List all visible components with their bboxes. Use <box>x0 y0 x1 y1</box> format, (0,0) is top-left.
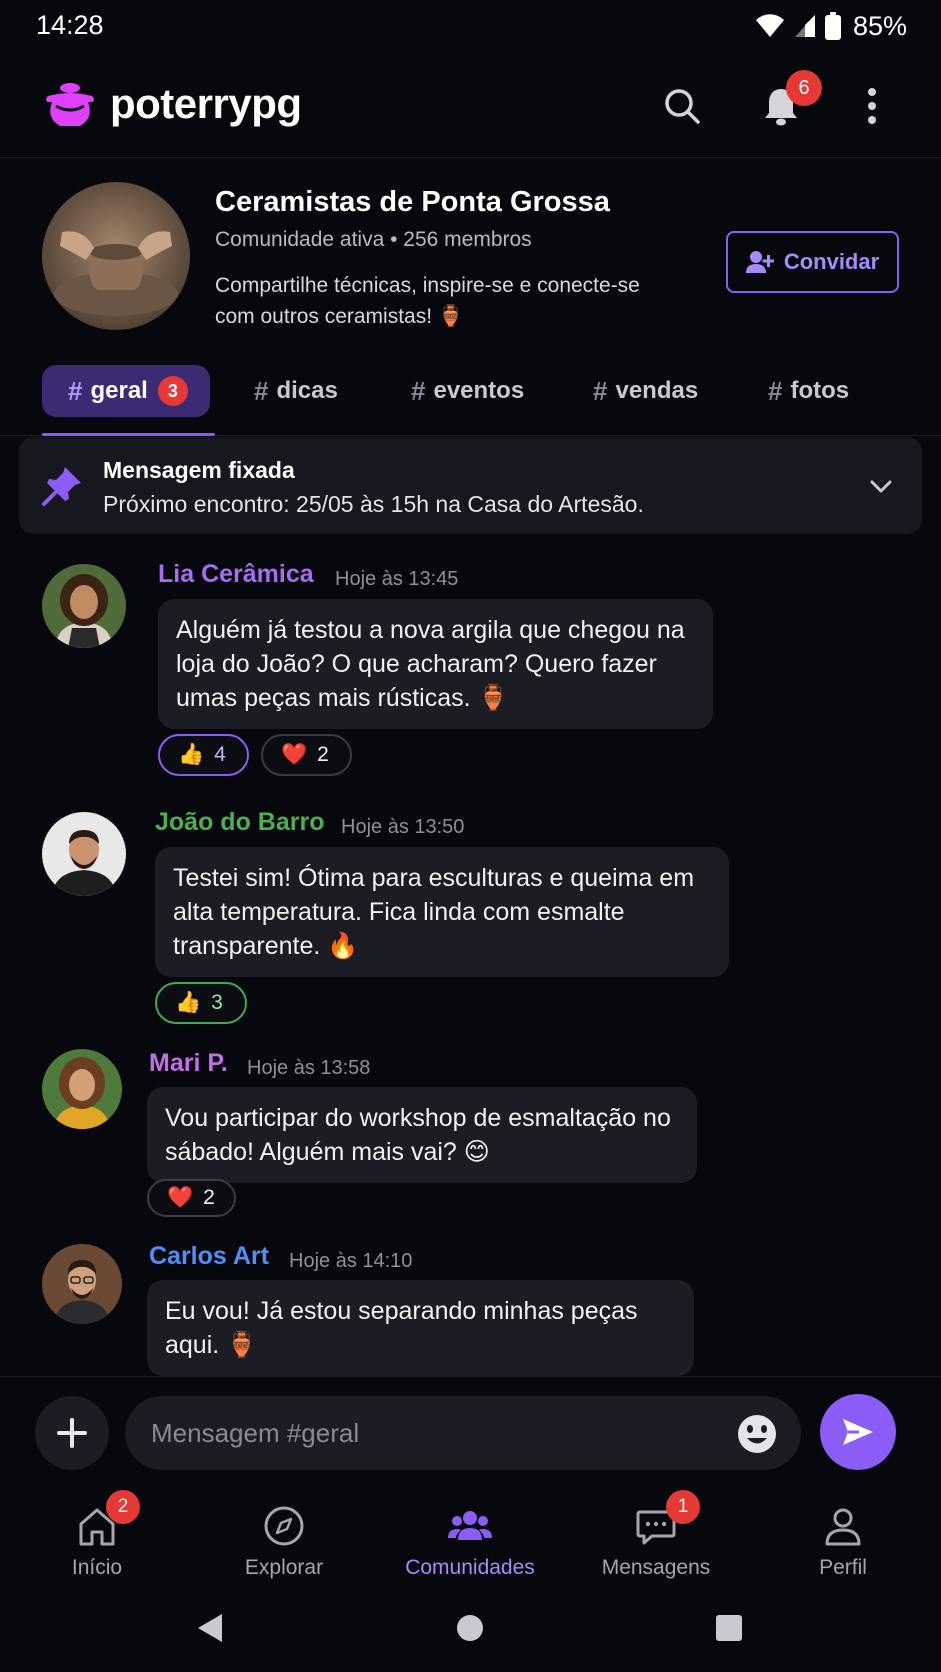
send-icon <box>843 1419 873 1445</box>
message-time: Hoje às 13:50 <box>341 816 465 838</box>
tab-vendas[interactable]: # vendas <box>593 365 698 417</box>
compass-icon <box>264 1506 304 1546</box>
nav-badge: 1 <box>666 1490 700 1524</box>
pin-icon <box>42 467 81 506</box>
more-options-button[interactable] <box>844 78 900 134</box>
people-icon <box>448 1511 492 1540</box>
emoji-icon[interactable] <box>736 1413 778 1455</box>
reactions: 👍 3 <box>155 982 247 1024</box>
nav-comunidades[interactable]: Comunidades <box>395 1484 545 1584</box>
add-person-icon <box>745 251 774 273</box>
pinned-text: Próximo encontro: 25/05 às 15h na Casa d… <box>103 491 644 517</box>
reaction-chip[interactable]: ❤️ 2 <box>147 1179 236 1217</box>
reaction-chip[interactable]: ❤️ 2 <box>261 734 352 776</box>
channel-tabs: # geral 3 # dicas # eventos # vendas # f… <box>0 362 941 436</box>
nav-inicio[interactable]: Início <box>22 1484 172 1584</box>
nav-explorar[interactable]: Explorar <box>209 1484 359 1584</box>
nav-perfil[interactable]: Perfil <box>768 1484 918 1584</box>
tab-label: fotos <box>790 377 850 404</box>
nav-label: Perfil <box>819 1556 867 1579</box>
nav-label: Mensagens <box>601 1556 711 1579</box>
message-composer <box>0 1376 941 1482</box>
notification-badge: 6 <box>786 70 822 106</box>
invite-button[interactable]: Convidar <box>726 231 899 293</box>
community-header: Ceramistas de Ponta Grossa Comunidade at… <box>0 160 941 350</box>
reaction-count: 4 <box>214 743 226 766</box>
system-navigation <box>0 1592 941 1672</box>
nav-mensagens[interactable]: Mensagens <box>581 1484 731 1584</box>
heart-icon: ❤️ <box>281 743 308 766</box>
active-tab-indicator <box>42 433 215 436</box>
community-description: Compartilhe técnicas, inspire-se e conec… <box>215 274 640 328</box>
message-time: Hoje às 13:45 <box>335 568 459 590</box>
tab-label: eventos <box>433 377 525 404</box>
search-button[interactable] <box>654 78 710 134</box>
search-icon <box>665 89 700 124</box>
message-author[interactable]: Mari P. <box>149 1049 228 1078</box>
reactions: 👍 4 ❤️ 2 <box>158 734 352 776</box>
avatar[interactable] <box>42 812 126 896</box>
nav-label: Comunidades <box>405 1556 535 1579</box>
nav-label: Início <box>71 1556 123 1579</box>
bottom-nav: Início 2 Explorar Comunidades Mensagens … <box>0 1484 941 1584</box>
message-time: Hoje às 13:58 <box>247 1057 371 1079</box>
reaction-chip[interactable]: 👍 4 <box>158 734 249 776</box>
more-vert-icon <box>868 88 876 124</box>
tab-label: dicas <box>276 377 338 404</box>
invite-label: Convidar <box>783 249 880 274</box>
send-button[interactable] <box>820 1394 896 1470</box>
home-circle-icon[interactable] <box>456 1614 484 1642</box>
message-input[interactable] <box>125 1396 801 1470</box>
message-bubble: Alguém já testou a nova argila que chego… <box>158 599 713 729</box>
avatar[interactable] <box>42 1244 122 1324</box>
thumbs-up-icon: 👍 <box>178 743 205 766</box>
avatar[interactable] <box>42 1049 122 1129</box>
chevron-down-icon[interactable] <box>866 471 896 501</box>
recents-icon[interactable] <box>715 1614 743 1642</box>
person-icon <box>825 1508 861 1546</box>
avatar[interactable] <box>42 564 126 648</box>
status-time: 14:28 <box>36 10 104 40</box>
tab-geral[interactable]: # geral 3 <box>42 365 210 417</box>
battery-percent: 85% <box>852 10 907 41</box>
app-bar: poterrypg 6 <box>0 62 941 158</box>
plus-icon <box>57 1418 87 1448</box>
nav-label: Explorar <box>244 1556 324 1579</box>
reactions: ❤️ 2 <box>147 1179 236 1217</box>
pinned-message[interactable]: Mensagem fixada Próximo encontro: 25/05 … <box>19 437 922 534</box>
community-name: Ceramistas de Ponta Grossa <box>215 186 610 218</box>
message-time: Hoje às 14:10 <box>289 1250 413 1272</box>
pinned-title: Mensagem fixada <box>103 457 295 483</box>
app-brand: poterrypg <box>110 80 302 127</box>
community-meta: Comunidade ativa • 256 membros <box>215 228 532 251</box>
tab-fotos[interactable]: # fotos <box>768 365 849 417</box>
reaction-chip[interactable]: 👍 3 <box>155 982 247 1024</box>
cellular-signal-icon <box>794 15 815 37</box>
battery-icon <box>824 12 841 40</box>
community-avatar <box>42 182 190 330</box>
message-author[interactable]: Carlos Art <box>149 1242 269 1271</box>
wifi-icon <box>755 14 784 38</box>
status-bar: 14:28 85% <box>0 0 941 54</box>
message-bubble: Eu vou! Já estou separando minhas peças … <box>147 1280 694 1376</box>
tab-label: geral <box>90 377 148 404</box>
message-author[interactable]: Lia Cerâmica <box>158 560 314 589</box>
heart-icon: ❤️ <box>167 1186 194 1209</box>
tab-eventos[interactable]: # eventos <box>411 365 524 417</box>
pot-logo-icon <box>46 83 94 126</box>
reaction-count: 3 <box>211 991 223 1014</box>
attach-button[interactable] <box>35 1396 109 1470</box>
thumbs-up-icon: 👍 <box>175 991 202 1014</box>
tab-dicas[interactable]: # dicas <box>254 365 338 417</box>
message-bubble: Vou participar do workshop de esmaltação… <box>147 1087 697 1183</box>
tab-label: vendas <box>615 377 699 404</box>
message-author[interactable]: João do Barro <box>155 808 324 837</box>
message-bubble: Testei sim! Ótima para esculturas e quei… <box>155 847 729 977</box>
tab-badge: 3 <box>157 376 188 406</box>
back-icon[interactable] <box>196 1612 224 1644</box>
status-icons: 85% <box>755 10 907 42</box>
reaction-count: 2 <box>203 1186 215 1209</box>
reaction-count: 2 <box>317 743 329 766</box>
nav-badge: 2 <box>106 1490 140 1524</box>
